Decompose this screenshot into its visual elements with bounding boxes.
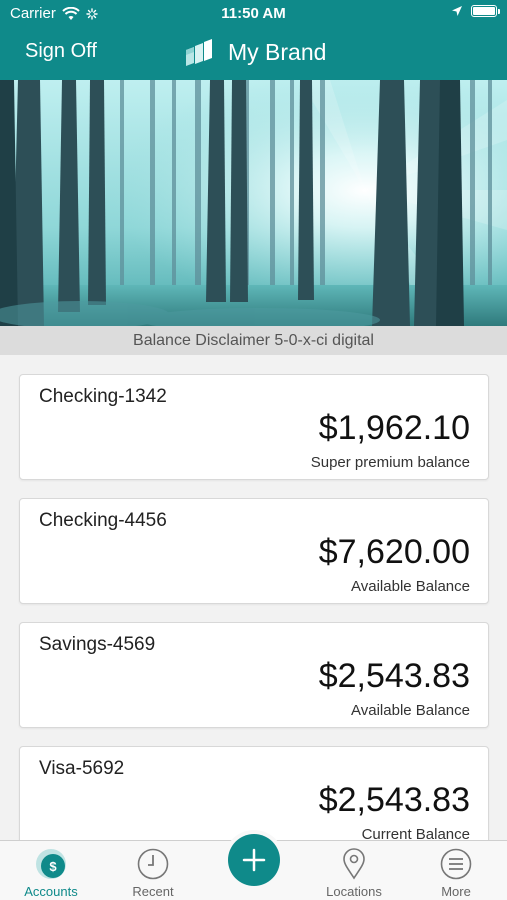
account-balance: $2,543.83 — [318, 781, 470, 819]
status-time: 11:50 AM — [221, 5, 286, 22]
balance-label: Available Balance — [351, 578, 470, 595]
forest-sunlight-image — [0, 80, 507, 326]
account-balance: $7,620.00 — [318, 533, 470, 571]
tab-more[interactable]: More — [411, 841, 501, 900]
accounts-list[interactable]: Checking-1342 $1,962.10 Super premium ba… — [0, 355, 507, 840]
battery-icon — [471, 5, 500, 17]
account-balance: $1,962.10 — [318, 409, 470, 447]
battery-fill — [473, 7, 495, 15]
brand-logo-icon — [186, 39, 212, 66]
tab-label: Locations — [326, 884, 382, 899]
account-name: Checking-4456 — [39, 510, 167, 531]
tab-label: More — [441, 884, 471, 899]
account-card[interactable]: Checking-4456 $7,620.00 Available Balanc… — [19, 498, 489, 604]
sign-off-button[interactable]: Sign Off — [25, 40, 97, 63]
plus-icon — [242, 848, 266, 872]
add-button[interactable] — [228, 834, 280, 886]
account-name: Savings-4569 — [39, 634, 156, 655]
status-right — [451, 5, 500, 17]
account-name: Checking-1342 — [39, 386, 167, 407]
location-arrow-icon — [452, 6, 462, 16]
tab-label: Recent — [132, 884, 174, 899]
account-card[interactable]: Checking-1342 $1,962.10 Super premium ba… — [19, 374, 489, 480]
account-name: Visa-5692 — [39, 758, 125, 779]
account-card[interactable]: Visa-5692 $2,543.83 Current Balance — [19, 746, 489, 840]
brand-name: My Brand — [228, 38, 327, 65]
balance-disclaimer: Balance Disclaimer 5-0-x-ci digital — [0, 326, 507, 355]
account-balance: $2,543.83 — [318, 657, 470, 695]
status-bar: Carrier 11:50 AM — [0, 0, 507, 28]
svg-text:$: $ — [49, 859, 57, 874]
nav-bar: Sign Off My Brand — [0, 28, 507, 80]
tab-locations[interactable]: Locations — [309, 841, 399, 900]
map-pin-icon — [343, 848, 365, 880]
tab-recent[interactable]: Recent — [108, 841, 198, 900]
dollar-coin-icon: $ — [36, 849, 66, 879]
tab-accounts[interactable]: $ Accounts — [6, 841, 96, 900]
brand: My Brand — [184, 36, 326, 68]
menu-icon — [440, 848, 472, 880]
tab-label: Accounts — [24, 884, 78, 899]
balance-label: Current Balance — [361, 826, 470, 840]
balance-label: Available Balance — [351, 702, 470, 719]
balance-label: Super premium balance — [310, 454, 470, 471]
clock-icon — [137, 848, 169, 880]
account-card[interactable]: Savings-4569 $2,543.83 Available Balance — [19, 622, 489, 728]
hero-image — [0, 80, 507, 326]
